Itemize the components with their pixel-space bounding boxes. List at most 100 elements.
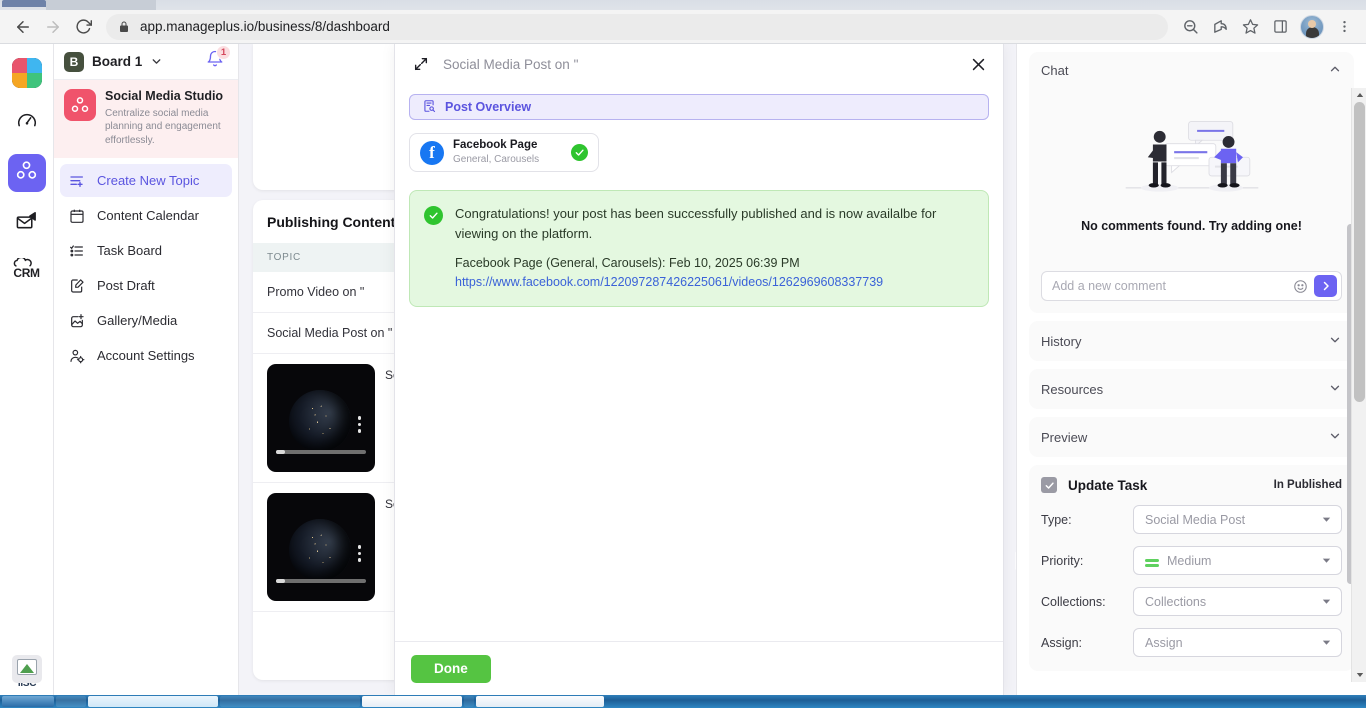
account-subtitle: General, Carousels	[453, 153, 540, 165]
page-scrollbar-thumb[interactable]	[1354, 102, 1365, 402]
rail-item-email-marketing[interactable]	[8, 204, 46, 242]
three-dot-menu-icon[interactable]	[1330, 13, 1358, 41]
os-taskbar	[0, 695, 1366, 708]
priority-select[interactable]: Medium	[1133, 546, 1342, 575]
section-preview[interactable]: Preview	[1029, 417, 1354, 457]
chevron-down-icon[interactable]	[1328, 429, 1342, 446]
chevron-down-icon[interactable]	[1328, 333, 1342, 350]
scroll-down-arrow[interactable]	[1352, 668, 1366, 682]
facebook-account-card[interactable]: f Facebook Page General, Carousels	[409, 133, 599, 172]
browser-tab-active[interactable]	[2, 0, 46, 7]
priority-select-value: Medium	[1167, 553, 1212, 568]
sidebar-item-gallery-media[interactable]: Gallery/Media	[60, 304, 232, 337]
taskbar-item[interactable]	[362, 696, 462, 707]
share-icon[interactable]	[1206, 13, 1234, 41]
notifications-button[interactable]: 1	[202, 45, 231, 75]
board-name: Board 1	[92, 54, 143, 69]
caret-down-icon	[1321, 637, 1332, 648]
rail-bottom-item[interactable]: IISC	[8, 655, 46, 689]
side-panel-icon[interactable]	[1266, 13, 1294, 41]
create-topic-icon	[68, 173, 86, 189]
tab-post-overview[interactable]: Post Overview	[409, 94, 989, 120]
rail-item-crm[interactable]: CRM	[8, 254, 46, 292]
zoom-out-icon[interactable]	[1176, 13, 1204, 41]
rail-item-app-logo[interactable]	[8, 54, 46, 92]
earth-at-night-video-thumbnail[interactable]	[267, 364, 375, 472]
check-circle-icon	[424, 206, 443, 225]
type-select-value: Social Media Post	[1145, 512, 1246, 527]
sidebar-item-content-calendar[interactable]: Content Calendar	[60, 199, 232, 232]
chevron-down-icon[interactable]	[1328, 381, 1342, 398]
studio-title: Social Media Studio	[105, 89, 224, 103]
assign-select[interactable]: Assign	[1133, 628, 1342, 657]
board-selector-row: B Board 1 1	[54, 44, 238, 80]
assign-select-value: Assign	[1145, 635, 1183, 650]
close-icon[interactable]	[970, 56, 987, 73]
browser-tab-background[interactable]	[46, 0, 156, 10]
rail-item-dashboard[interactable]	[8, 104, 46, 142]
sidebar-item-post-draft[interactable]: Post Draft	[60, 269, 232, 302]
sidebar-item-task-board[interactable]: Task Board	[60, 234, 232, 267]
scroll-up-arrow[interactable]	[1352, 88, 1366, 102]
section-resources[interactable]: Resources	[1029, 369, 1354, 409]
taskbar-item[interactable]	[476, 696, 604, 707]
update-task-checkbox[interactable]	[1041, 477, 1057, 493]
done-button[interactable]: Done	[411, 654, 491, 683]
sidebar-item-create-new-topic[interactable]: Create New Topic	[60, 164, 232, 198]
modal-body: Post Overview f Facebook Page General, C…	[395, 84, 1003, 641]
chat-empty-state: No comments found. Try adding one!	[1041, 79, 1342, 259]
collections-select[interactable]: Collections	[1133, 587, 1342, 616]
address-bar-url: app.manageplus.io/business/8/dashboard	[140, 19, 390, 34]
section-history[interactable]: History	[1029, 321, 1354, 361]
broken-image-icon	[12, 655, 42, 683]
star-icon[interactable]	[1236, 13, 1264, 41]
profile-avatar[interactable]	[1300, 14, 1324, 39]
back-button[interactable]	[8, 12, 38, 42]
field-label: Priority:	[1041, 553, 1084, 568]
forward-button[interactable]	[38, 12, 68, 42]
check-circle-icon	[571, 144, 588, 161]
studio-card[interactable]: Social Media Studio Centralize social me…	[54, 80, 238, 159]
published-post-link[interactable]: https://www.facebook.com/122097287426225…	[455, 275, 883, 289]
page-scrollbar[interactable]	[1351, 88, 1366, 682]
field-row-priority: Priority: Medium	[1041, 546, 1342, 575]
expand-arrows-icon[interactable]	[413, 56, 429, 72]
sidebar-item-account-settings[interactable]: Account Settings	[60, 339, 232, 372]
browser-tab-strip[interactable]	[0, 0, 1366, 10]
field-label: Collections:	[1041, 594, 1106, 609]
modal-footer: Done	[395, 641, 1003, 695]
address-bar[interactable]: app.manageplus.io/business/8/dashboard	[106, 13, 1168, 40]
collections-select-value: Collections	[1145, 594, 1207, 609]
taskbar-item[interactable]	[464, 696, 474, 707]
taskbar-item[interactable]	[56, 696, 86, 707]
right-panel: Chat No comments found. Try adding one! …	[1016, 44, 1366, 695]
tab-post-overview-label: Post Overview	[445, 100, 532, 114]
field-label: Type:	[1041, 512, 1072, 527]
thumbnail-menu-icon[interactable]	[357, 545, 361, 562]
video-progress-bar[interactable]	[276, 579, 366, 583]
rail-item-social-media-studio[interactable]	[7, 154, 46, 192]
chevron-down-icon[interactable]	[150, 55, 163, 68]
video-progress-bar[interactable]	[276, 450, 366, 454]
update-task-card: Update Task In Published Type: Social Me…	[1029, 465, 1354, 671]
taskbar-item[interactable]	[88, 696, 218, 707]
chat-header[interactable]: Chat	[1041, 62, 1342, 79]
app-rail: CRM IISC	[0, 44, 54, 695]
status-badge: In Published	[1273, 479, 1342, 491]
sidebar-item-label: Create New Topic	[97, 173, 200, 189]
comment-input[interactable]	[1052, 279, 1287, 293]
taskbar-item[interactable]	[220, 696, 360, 707]
reload-button[interactable]	[68, 12, 98, 42]
emoji-smiley-icon[interactable]	[1293, 279, 1308, 294]
earth-at-night-video-thumbnail[interactable]	[267, 493, 375, 601]
taskbar-start-button[interactable]	[2, 696, 54, 707]
send-comment-button[interactable]	[1314, 275, 1337, 297]
board-initial-chip: B	[64, 51, 84, 72]
type-select[interactable]: Social Media Post	[1133, 505, 1342, 534]
chat-title: Chat	[1041, 63, 1069, 78]
chevron-up-icon[interactable]	[1328, 62, 1342, 79]
sidebar-item-label: Post Draft	[97, 278, 155, 294]
thumbnail-menu-icon[interactable]	[357, 416, 361, 433]
success-message: Congratulations! your post has been succ…	[455, 206, 937, 241]
modal-header: Social Media Post on "	[395, 44, 1003, 84]
